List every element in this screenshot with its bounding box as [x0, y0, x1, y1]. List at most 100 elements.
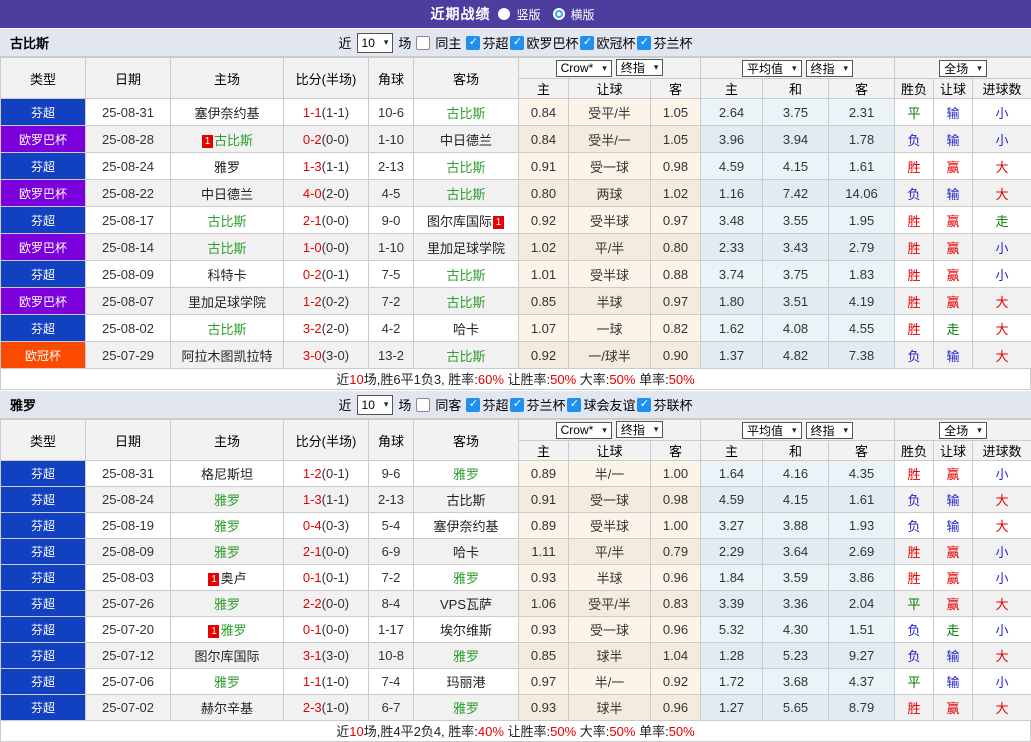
avg-odds-cell-1: 3.75 [763, 261, 829, 288]
result-cell: 胜 [895, 288, 934, 315]
crow-odds-cell-1: 一/球半 [569, 342, 651, 369]
avg-odds-cell-1: 7.42 [763, 180, 829, 207]
halftime-score: (0-0) [322, 213, 349, 228]
header-dropdown[interactable]: 全场▾ [939, 422, 987, 439]
match-row: 芬超25-08-19雅罗0-4(0-3)5-4塞伊奈约基0.89受半球1.003… [1, 513, 1031, 539]
league-filters: ✓芬超✓芬兰杯✓球会友谊✓芬联杯 [466, 395, 692, 414]
home-team-cell: 图尔库国际 [171, 643, 284, 669]
team-label: 雅罗 [453, 571, 479, 586]
home-team-cell: 1奥卢 [171, 565, 284, 591]
crow-odds-cell-0: 0.80 [519, 180, 569, 207]
score-cell: 0-1(0-0) [284, 617, 369, 643]
result-cell: 负 [895, 180, 934, 207]
away-team-cell: 古比斯 [414, 342, 519, 369]
header-dropdown[interactable]: 终指▾ [806, 422, 854, 439]
score-cell: 2-2(0-0) [284, 591, 369, 617]
league-checkbox[interactable]: ✓ [466, 36, 480, 50]
league-checkbox[interactable]: ✓ [637, 36, 651, 50]
layout-radio-vertical[interactable] [498, 8, 510, 20]
crow-odds-cell-2: 0.98 [651, 153, 701, 180]
league-label[interactable]: 芬超 [482, 33, 508, 52]
crow-odds-cell-0: 0.85 [519, 288, 569, 315]
chevron-down-icon: ▾ [384, 37, 389, 48]
layout-radio-label[interactable]: 横版 [571, 6, 595, 23]
goals-result-cell: 小 [973, 234, 1031, 261]
away-team-cell: 玛丽港 [414, 669, 519, 695]
same-venue-checkbox[interactable] [416, 398, 430, 412]
sub-header-0: 主 [519, 441, 569, 461]
header-dropdown[interactable]: 平均值▾ [742, 422, 802, 439]
header-dropdown[interactable]: Crow*▾ [556, 422, 612, 439]
crow-odds-cell-1: 受一球 [569, 487, 651, 513]
team-label: 塞伊奈约基 [433, 519, 498, 534]
team-label: 里加足球学院 [188, 295, 266, 310]
fulltime-score: 2-1 [303, 213, 322, 228]
league-checkbox[interactable]: ✓ [567, 398, 581, 412]
same-venue-checkbox[interactable] [416, 36, 430, 50]
layout-radio-horizontal[interactable] [553, 8, 565, 20]
crow-odds-cell-0: 0.92 [519, 207, 569, 234]
league-badge: 芬超 [1, 315, 86, 342]
same-venue-label[interactable]: 同主 [435, 33, 461, 52]
league-checkbox[interactable]: ✓ [510, 398, 524, 412]
league-label[interactable]: 欧罗巴杯 [526, 33, 578, 52]
team-label: 塞伊奈约基 [194, 106, 259, 121]
fulltime-score: 1-0 [303, 240, 322, 255]
home-team-cell: 雅罗 [171, 513, 284, 539]
league-label[interactable]: 芬超 [482, 395, 508, 414]
score-cell: 3-1(3-0) [284, 643, 369, 669]
home-team-cell: 古比斯 [171, 207, 284, 234]
team-label: 中日德兰 [440, 133, 492, 148]
fulltime-score: 1-1 [303, 105, 322, 120]
avg-odds-cell-1: 4.08 [763, 315, 829, 342]
header-dropdown[interactable]: 终指▾ [616, 421, 664, 438]
fulltime-score: 1-2 [303, 466, 322, 481]
avg-odds-cell-0: 2.29 [701, 539, 763, 565]
league-checkbox[interactable]: ✓ [510, 36, 524, 50]
avg-odds-cell-2: 1.61 [829, 487, 895, 513]
date-cell: 25-07-20 [86, 617, 171, 643]
header-dropdown[interactable]: 全场▾ [939, 60, 987, 77]
sub-header-4: 和 [763, 79, 829, 99]
score-cell: 3-2(2-0) [284, 315, 369, 342]
team-label: 阿拉木图凯拉特 [181, 349, 272, 364]
avg-odds-cell-2: 8.79 [829, 695, 895, 721]
crow-odds-cell-0: 0.91 [519, 153, 569, 180]
league-checkbox[interactable]: ✓ [466, 398, 480, 412]
crow-odds-cell-2: 1.05 [651, 99, 701, 126]
summary-row: 近10场,胜6平1负3, 胜率:60% 让胜率:50% 大率:50% 单率:50… [0, 369, 1031, 390]
away-team-cell: 图尔库国际1 [414, 207, 519, 234]
match-count-value: 10 [362, 36, 375, 50]
league-checkbox[interactable]: ✓ [637, 398, 651, 412]
league-label[interactable]: 芬兰杯 [526, 395, 565, 414]
league-checkbox[interactable]: ✓ [580, 36, 594, 50]
league-label[interactable]: 欧冠杯 [596, 33, 635, 52]
layout-radio-label[interactable]: 竖版 [516, 6, 540, 23]
sub-header-5: 客 [829, 441, 895, 461]
filter-controls: 近 10 ▾ 场 同客 ✓芬超✓芬兰杯✓球会友谊✓芬联杯 [339, 395, 693, 415]
header-dropdown[interactable]: 终指▾ [806, 60, 854, 77]
same-venue-label[interactable]: 同客 [435, 395, 461, 414]
away-team-cell: 埃尔维斯 [414, 617, 519, 643]
team-label: 古比斯 [214, 133, 253, 148]
league-label[interactable]: 球会友谊 [583, 395, 635, 414]
chevron-down-icon: ▾ [602, 425, 607, 436]
league-label[interactable]: 芬联杯 [653, 395, 692, 414]
league-label[interactable]: 芬兰杯 [653, 33, 692, 52]
team-label: 雅罗 [214, 597, 240, 612]
match-count-select[interactable]: 10 ▾ [357, 395, 394, 415]
crow-odds-cell-1: 平/半 [569, 539, 651, 565]
header-dropdown[interactable]: 平均值▾ [742, 60, 802, 77]
avg-odds-cell-2: 4.37 [829, 669, 895, 695]
crow-odds-cell-1: 半/一 [569, 669, 651, 695]
header-dropdown[interactable]: Crow*▾ [556, 60, 612, 77]
chevron-down-icon: ▾ [844, 425, 849, 436]
team-label: 雅罗 [214, 545, 240, 560]
home-team-cell: 古比斯 [171, 234, 284, 261]
fulltime-score: 3-0 [303, 348, 322, 363]
header-dropdown[interactable]: 终指▾ [616, 59, 664, 76]
match-count-select[interactable]: 10 ▾ [357, 33, 394, 53]
summary-text: 50% [609, 724, 635, 739]
away-team-cell: 古比斯 [414, 261, 519, 288]
dropdown-value: 终指 [621, 59, 645, 76]
